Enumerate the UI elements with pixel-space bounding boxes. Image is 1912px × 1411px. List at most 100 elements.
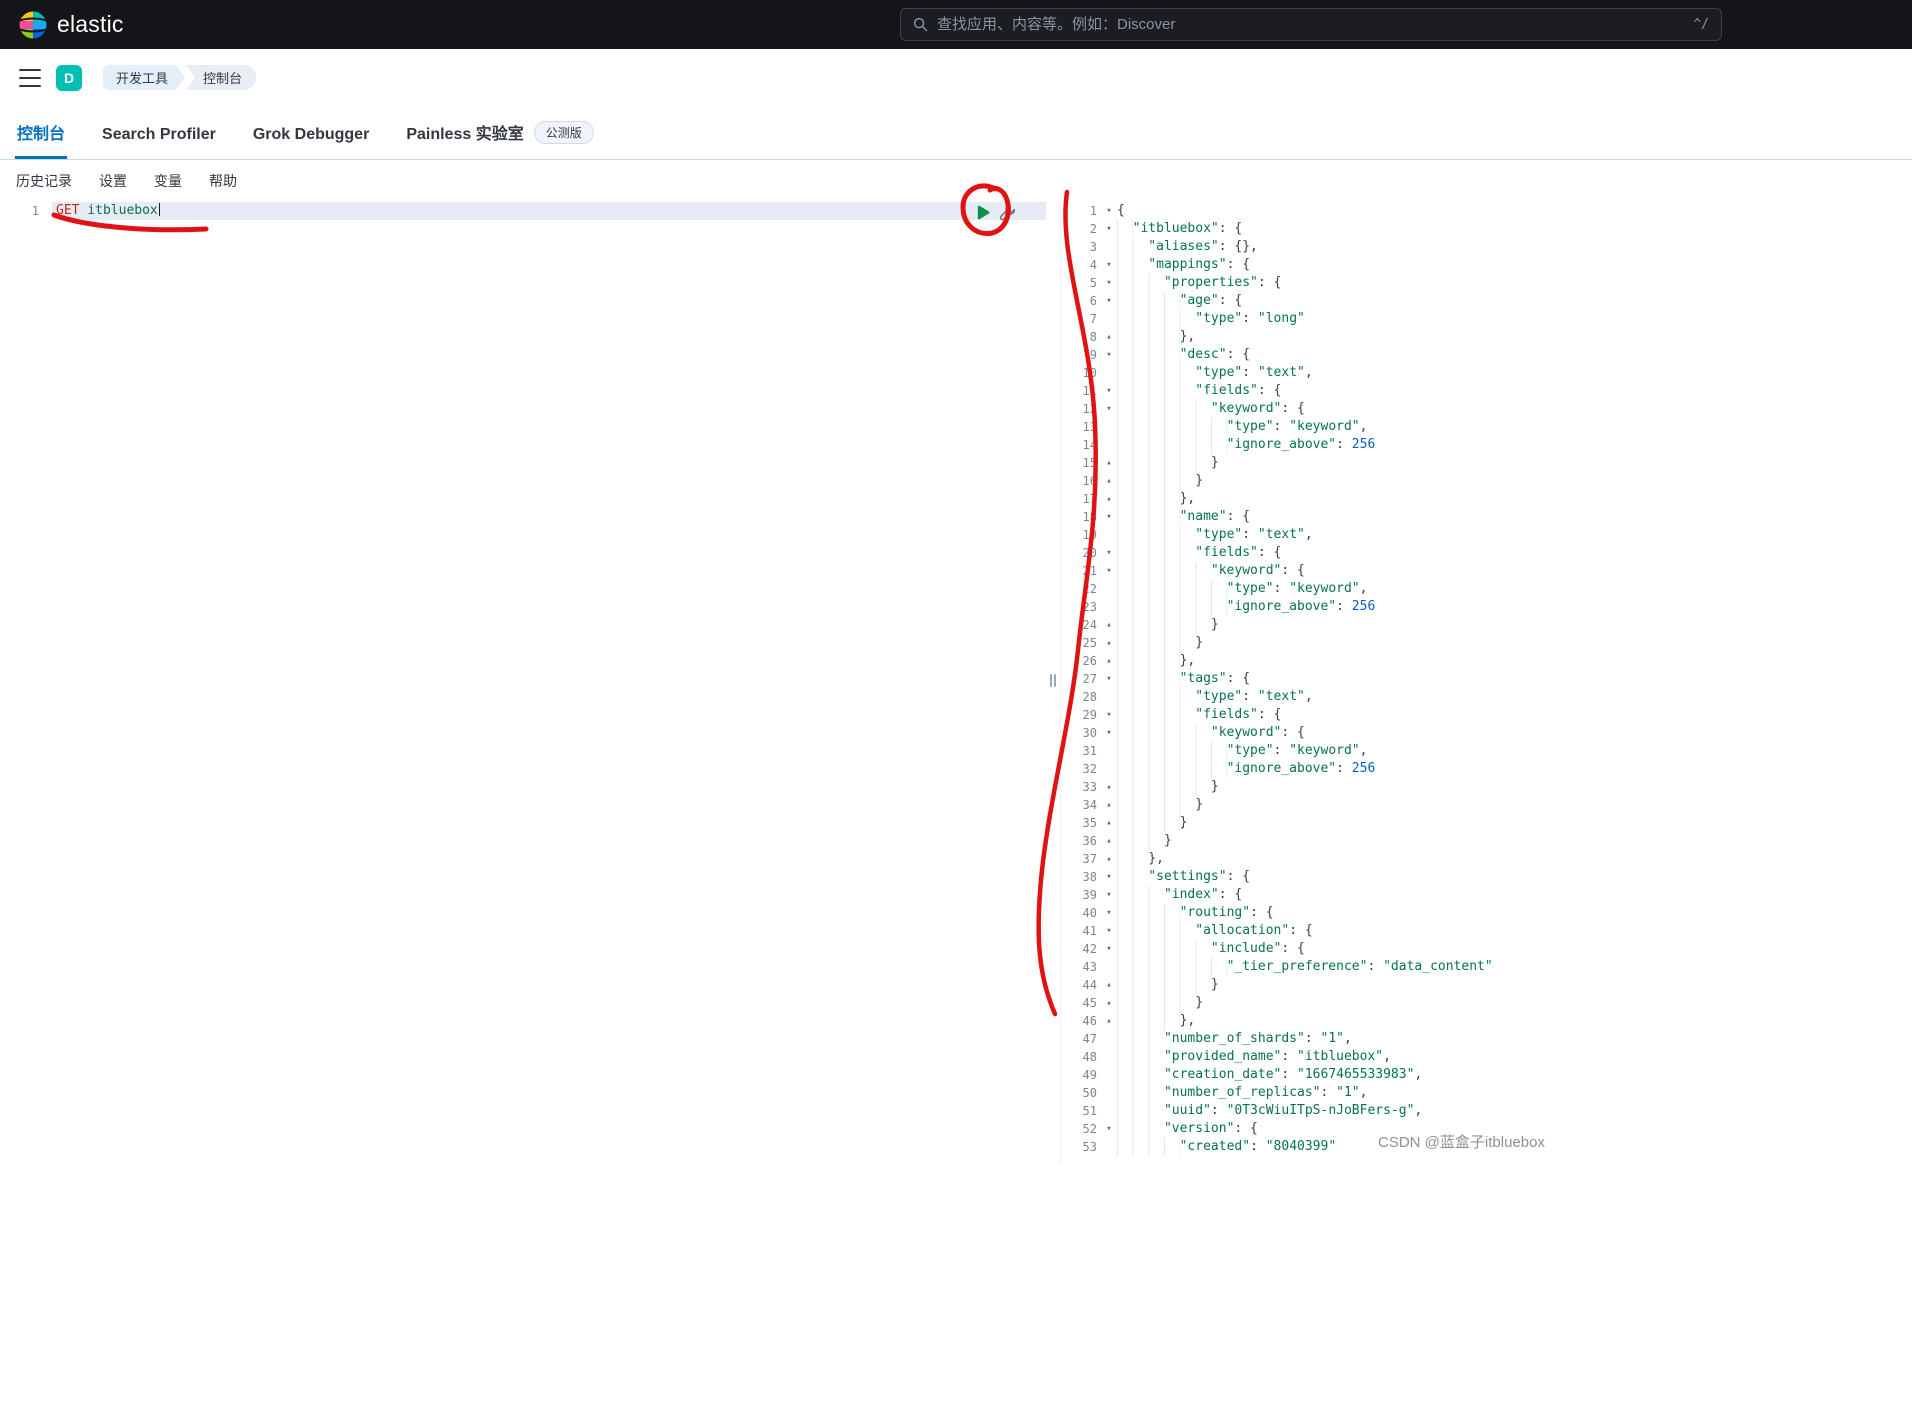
response-line: 29▾"fields": { — [1061, 706, 1912, 724]
fold-open-icon[interactable]: ▾ — [1101, 202, 1117, 220]
response-code-text: "age": { — [1117, 292, 1242, 310]
response-line: 23 "ignore_above": 256 — [1061, 598, 1912, 616]
fold-end-icon[interactable]: ▴ — [1101, 616, 1117, 634]
fold-end-icon[interactable]: ▴ — [1101, 1012, 1117, 1030]
fold-open-icon[interactable]: ▾ — [1101, 508, 1117, 526]
tab-console[interactable]: 控制台 — [15, 120, 67, 159]
play-icon — [975, 205, 990, 220]
fold-open-icon[interactable]: ▾ — [1101, 886, 1117, 904]
global-search[interactable]: ^/ — [900, 8, 1722, 41]
line-number: 23 — [1061, 598, 1101, 616]
fold-spacer — [1101, 418, 1117, 436]
response-line: 48"provided_name": "itbluebox", — [1061, 1048, 1912, 1066]
fold-open-icon[interactable]: ▾ — [1101, 292, 1117, 310]
response-code-text: "fields": { — [1117, 544, 1281, 562]
fold-open-icon[interactable]: ▾ — [1101, 220, 1117, 238]
response-code-text: "type": "long" — [1117, 310, 1305, 328]
tab-search-profiler[interactable]: Search Profiler — [100, 126, 218, 159]
fold-open-icon[interactable]: ▾ — [1101, 1120, 1117, 1138]
console-menu-help[interactable]: 帮助 — [209, 171, 237, 191]
response-line: 37▴}, — [1061, 850, 1912, 868]
response-code-text: } — [1117, 454, 1219, 472]
tab-label: 控制台 — [17, 120, 65, 144]
response-line: 46▴}, — [1061, 1012, 1912, 1030]
console-menu-variables[interactable]: 变量 — [154, 171, 182, 191]
fold-spacer — [1101, 742, 1117, 760]
fold-open-icon[interactable]: ▾ — [1101, 940, 1117, 958]
fold-open-icon[interactable]: ▾ — [1101, 346, 1117, 364]
fold-open-icon[interactable]: ▾ — [1101, 274, 1117, 292]
console-menu-settings[interactable]: 设置 — [99, 171, 127, 191]
fold-end-icon[interactable]: ▴ — [1101, 832, 1117, 850]
breadcrumb-dev-tools[interactable]: 开发工具 — [103, 65, 185, 90]
fold-end-icon[interactable]: ▴ — [1101, 976, 1117, 994]
fold-open-icon[interactable]: ▾ — [1101, 382, 1117, 400]
fold-open-icon[interactable]: ▾ — [1101, 904, 1117, 922]
line-number: 27 — [1061, 670, 1101, 688]
fold-end-icon[interactable]: ▴ — [1101, 814, 1117, 832]
line-number: 28 — [1061, 688, 1101, 706]
fold-end-icon[interactable]: ▴ — [1101, 994, 1117, 1012]
fold-open-icon[interactable]: ▾ — [1101, 544, 1117, 562]
elastic-logo-icon — [18, 10, 48, 40]
fold-end-icon[interactable]: ▴ — [1101, 328, 1117, 346]
line-number: 10 — [1061, 364, 1101, 382]
menu-button[interactable] — [19, 69, 41, 87]
fold-open-icon[interactable]: ▾ — [1101, 670, 1117, 688]
fold-end-icon[interactable]: ▴ — [1101, 796, 1117, 814]
response-code-text: "ignore_above": 256 — [1117, 598, 1375, 616]
request-options-button[interactable] — [999, 204, 1016, 221]
fold-open-icon[interactable]: ▾ — [1101, 706, 1117, 724]
fold-end-icon[interactable]: ▴ — [1101, 778, 1117, 796]
fold-end-icon[interactable]: ▴ — [1101, 490, 1117, 508]
fold-open-icon[interactable]: ▾ — [1101, 922, 1117, 940]
fold-end-icon[interactable]: ▴ — [1101, 850, 1117, 868]
line-number: 51 — [1061, 1102, 1101, 1120]
splitter-handle-icon[interactable] — [1050, 674, 1056, 687]
response-code-text: "type": "keyword", — [1117, 418, 1367, 436]
response-editor-body: 1▾{2▾"itbluebox": {3"aliases": {},4▾"map… — [1061, 202, 1912, 1156]
space-avatar[interactable]: D — [56, 65, 82, 91]
breadcrumb-console[interactable]: 控制台 — [186, 65, 256, 90]
line-number: 17 — [1061, 490, 1101, 508]
fold-open-icon[interactable]: ▾ — [1101, 724, 1117, 742]
fold-open-icon[interactable]: ▾ — [1101, 400, 1117, 418]
fold-open-icon[interactable]: ▾ — [1101, 562, 1117, 580]
response-line: 20▾"fields": { — [1061, 544, 1912, 562]
line-number: 42 — [1061, 940, 1101, 958]
fold-open-icon[interactable]: ▾ — [1101, 256, 1117, 274]
send-request-button[interactable] — [975, 205, 990, 220]
response-line: 15▴} — [1061, 454, 1912, 472]
response-code-text: "_tier_preference": "data_content" — [1117, 958, 1493, 976]
panel-splitter[interactable] — [1046, 202, 1060, 1164]
response-code-text: "settings": { — [1117, 868, 1250, 886]
response-line: 28"type": "text", — [1061, 688, 1912, 706]
request-line[interactable]: GET itbluebox — [52, 202, 1046, 220]
fold-end-icon[interactable]: ▴ — [1101, 652, 1117, 670]
fold-open-icon[interactable]: ▾ — [1101, 868, 1117, 886]
response-line: 35▴} — [1061, 814, 1912, 832]
line-number: 26 — [1061, 652, 1101, 670]
tab-painless-lab[interactable]: Painless 实验室公测版 — [404, 120, 595, 159]
search-shortcut-hint: ^/ — [1693, 17, 1709, 32]
response-editor[interactable]: 1▾{2▾"itbluebox": {3"aliases": {},4▾"map… — [1060, 202, 1912, 1164]
fold-end-icon[interactable]: ▴ — [1101, 634, 1117, 652]
global-search-input[interactable] — [937, 16, 1684, 33]
request-editor[interactable]: 1 GET itbluebox — [0, 202, 1046, 1164]
request-editor-body[interactable]: GET itbluebox — [52, 202, 1046, 220]
fold-end-icon[interactable]: ▴ — [1101, 454, 1117, 472]
line-number: 14 — [1061, 436, 1101, 454]
elastic-logo[interactable]: elastic — [18, 10, 124, 40]
fold-end-icon[interactable]: ▴ — [1101, 472, 1117, 490]
response-code-text: "desc": { — [1117, 346, 1250, 364]
response-line: 12▾"keyword": { — [1061, 400, 1912, 418]
response-line: 5▾"properties": { — [1061, 274, 1912, 292]
response-line: 34▴} — [1061, 796, 1912, 814]
response-line: 24▴} — [1061, 616, 1912, 634]
tab-grok-debugger[interactable]: Grok Debugger — [251, 126, 371, 159]
line-number: 7 — [1061, 310, 1101, 328]
line-number: 52 — [1061, 1120, 1101, 1138]
console-menu-history[interactable]: 历史记录 — [16, 171, 72, 191]
line-number: 50 — [1061, 1084, 1101, 1102]
line-number: 20 — [1061, 544, 1101, 562]
